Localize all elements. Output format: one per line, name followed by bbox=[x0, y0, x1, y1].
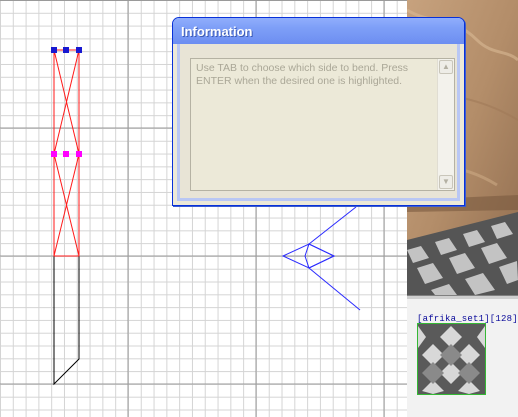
scroll-up-button[interactable]: ▲ bbox=[439, 60, 453, 74]
information-dialog[interactable]: Information Use TAB to choose which side… bbox=[172, 17, 465, 206]
dialog-body: Use TAB to choose which side to bend. Pr… bbox=[177, 44, 460, 201]
scroll-down-button[interactable]: ▼ bbox=[439, 175, 453, 189]
dialog-title: Information bbox=[181, 24, 253, 39]
message-text: Use TAB to choose which side to bend. Pr… bbox=[196, 62, 409, 87]
message-textarea[interactable]: Use TAB to choose which side to bend. Pr… bbox=[190, 58, 455, 191]
edge-handle[interactable] bbox=[76, 47, 82, 53]
edge-handle[interactable] bbox=[51, 47, 57, 53]
brush-outline[interactable] bbox=[53, 256, 80, 386]
dialog-titlebar[interactable]: Information bbox=[173, 18, 464, 44]
texture-browser[interactable]: [afrika_set1][128] bbox=[407, 296, 518, 417]
vertical-scrollbar[interactable]: ▲ ▼ bbox=[437, 59, 454, 190]
texture-thumbnail[interactable] bbox=[417, 323, 486, 395]
vertex-handle[interactable] bbox=[51, 151, 57, 157]
edge-handle[interactable] bbox=[63, 47, 69, 53]
vertex-handle[interactable] bbox=[76, 151, 82, 157]
chevron-down-icon: ▼ bbox=[442, 177, 450, 186]
entity-marker[interactable] bbox=[281, 206, 361, 311]
chevron-up-icon: ▲ bbox=[442, 62, 450, 71]
vertex-handle[interactable] bbox=[63, 151, 69, 157]
